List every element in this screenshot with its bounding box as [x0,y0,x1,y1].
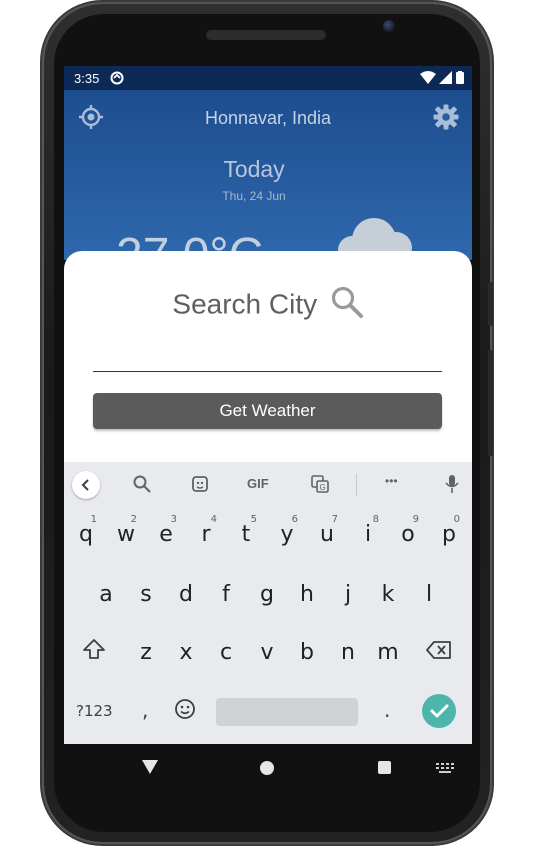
power-button [488,350,493,456]
key-w[interactable]: 2w [106,508,146,560]
status-time: 3:35 [74,71,100,86]
key-e[interactable]: 3e [146,508,186,560]
backspace-icon[interactable] [426,640,452,664]
sync-icon [110,71,124,88]
chevron-left-icon[interactable] [72,471,100,499]
key-h[interactable]: h [287,568,327,620]
nav-recents-icon[interactable] [378,761,391,774]
forecast-date: Thu, 24 Jun [222,189,286,203]
key-m[interactable]: m [368,626,408,678]
weather-app: Honnavar, India Today Thu, 24 Jun 27.0°C [64,90,472,282]
key-b[interactable]: b [287,626,327,678]
comma-key[interactable]: , [142,698,148,722]
volume-button [488,282,493,326]
key-p[interactable]: 0p [429,508,469,560]
translate-icon[interactable]: G [310,474,330,499]
key-i[interactable]: 8i [348,508,388,560]
symbols-key[interactable]: ?123 [76,702,113,720]
search-heading: Search City [64,285,472,324]
key-a[interactable]: a [86,568,126,620]
key-n[interactable]: n [328,626,368,678]
key-v[interactable]: v [247,626,287,678]
nav-home-icon[interactable] [260,761,274,775]
key-u[interactable]: 7u [307,508,347,560]
forecast-day: Today [223,156,285,182]
city-name: Honnavar, India [204,108,332,128]
status-bar: 3:35 [64,66,472,90]
search-city-sheet: Search City Get Weather [64,251,472,471]
key-y[interactable]: 6y [267,508,307,560]
nav-back-icon[interactable] [142,760,158,779]
key-f[interactable]: f [206,568,246,620]
key-k[interactable]: k [368,568,408,620]
more-options[interactable]: ••• [385,474,398,488]
gear-icon[interactable] [432,103,460,136]
space-key[interactable] [216,698,358,726]
signal-icon [439,71,453,84]
key-s[interactable]: s [126,568,166,620]
status-icons [419,71,464,87]
city-input[interactable] [93,343,442,372]
emoji-icon[interactable] [174,698,196,724]
speaker-grille [206,30,326,40]
enter-key[interactable] [422,694,456,728]
key-d[interactable]: d [166,568,206,620]
check-icon [430,704,449,718]
search-title: Search City [172,288,318,320]
battery-icon [456,71,464,84]
get-weather-button[interactable]: Get Weather [93,393,442,429]
key-t[interactable]: 5t [226,508,266,560]
key-q[interactable]: 1q [66,508,106,560]
front-camera [383,20,395,32]
shift-icon[interactable] [82,638,106,664]
app-bar: Honnavar, India [64,90,472,146]
gif-button[interactable]: GIF [247,476,269,491]
keyboard-search-icon[interactable] [132,474,152,499]
keyboard-icon[interactable] [436,762,456,780]
key-c[interactable]: c [206,626,246,678]
search-icon [330,285,364,324]
keyboard-toolbar: GIF G ••• [64,462,472,508]
toolbar-divider [356,474,357,496]
key-g[interactable]: g [247,568,287,620]
mic-icon[interactable] [443,474,461,499]
system-nav-bar [64,744,472,792]
svg-text:G: G [320,483,326,492]
wifi-icon [419,71,436,84]
screen: 3:35 Honnavar, India Today Thu, 24 Jun 2… [64,66,472,792]
key-o[interactable]: 9o [388,508,428,560]
key-z[interactable]: z [126,626,166,678]
key-l[interactable]: l [409,568,449,620]
sticker-icon[interactable] [190,474,210,499]
key-r[interactable]: 4r [186,508,226,560]
soft-keyboard: GIF G ••• 1q 2w 3e 4r 5t 6y 7u 8i 9o 0p … [64,462,472,744]
key-x[interactable]: x [166,626,206,678]
period-key[interactable]: . [384,698,390,722]
key-j[interactable]: j [328,568,368,620]
